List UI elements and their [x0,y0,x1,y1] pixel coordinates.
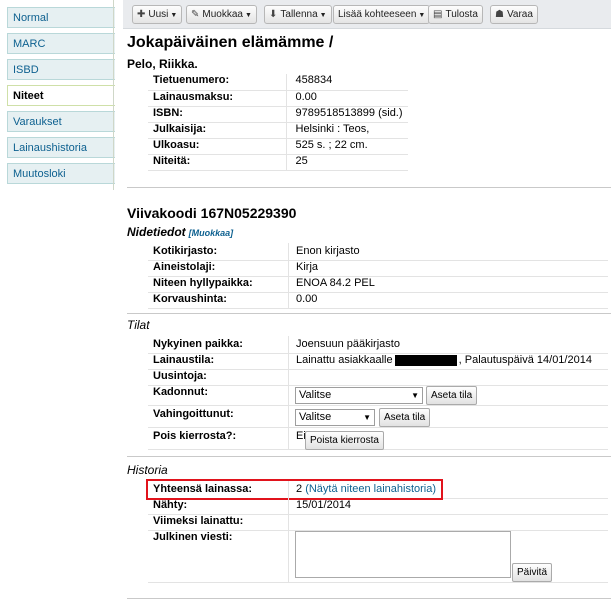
hold-icon: ☗ [495,9,504,20]
pencil-icon: ✎ [191,9,200,20]
damaged-row: Vahingoittunut: [148,406,608,428]
tabs-divider [113,0,114,190]
caret-down-icon: ▼ [319,12,327,19]
table-row: ISBN: 9789518513899 (sid.) [148,106,408,123]
tab-modification-log[interactable]: Muutosloki [7,163,115,184]
record-view-tabs: Normal MARC ISBD Niteet Varaukset Lainau… [7,7,115,189]
record-author: Pelo, Riikka. [127,57,198,71]
section-divider [127,313,611,314]
add-to-list-button[interactable]: Lisää kohteeseen ▼ [333,5,431,24]
download-icon: ⬇ [269,9,278,20]
save-button[interactable]: ⬇ Tallenna ▼ [264,5,332,24]
section-divider [127,598,611,599]
table-row: Lainausmaksu: 0.00 [148,90,408,107]
chevron-down-icon: ▼ [411,391,419,400]
tab-circulation-history[interactable]: Lainaushistoria [7,137,115,158]
chevron-down-icon: ▼ [363,413,371,422]
edit-item-link[interactable]: [Muokkaa] [189,228,234,238]
withdraw-button[interactable]: Poista kierrosta [305,431,384,450]
history-heading: Historia [127,463,168,477]
table-row: Julkaisija: Helsinki : Teos, [148,122,408,139]
table-row: Ulkoasu: 525 s. ; 22 cm. [148,138,408,155]
status-heading: Tilat [127,318,150,332]
damaged-status-select[interactable]: Valitse ▼ [295,409,375,426]
record-details-table: Tietuenumero: 458834 Lainausmaksu: 0.00 IS… [148,74,408,171]
caret-down-icon: ▼ [244,12,252,19]
table-row: Tietuenumero: 458834 [148,74,408,91]
item-barcode-heading: Viivakoodi 167N05229390 [127,205,297,221]
tab-normal[interactable]: Normal [7,7,115,28]
item-details-heading: Nidetiedot [Muokkaa] [127,225,234,239]
plus-icon: ✚ [137,9,146,20]
table-row: Niteitä: 25 [148,154,408,171]
tab-isbd[interactable]: ISBD [7,59,115,80]
tab-marc[interactable]: MARC [7,33,115,54]
redacted-patron [394,354,457,366]
lost-status-select[interactable]: Valitse ▼ [295,387,423,404]
section-divider [127,187,611,188]
tab-holds[interactable]: Varaukset [7,111,115,132]
replacement-price-row: Korvaushinta: 0.00 [148,291,608,309]
toolbar: ✚ Uusi ▼ ✎ Muokkaa ▼ ⬇ Tallenna ▼ Lisää kohtee… [123,0,611,29]
edit-button[interactable]: ✎ Muokkaa ▼ [186,5,257,24]
update-note-button[interactable]: Päivitä [512,563,553,582]
tab-items[interactable]: Niteet [7,85,115,106]
set-lost-status-button[interactable]: Aseta tila [426,386,478,405]
new-button[interactable]: ✚ Uusi ▼ [132,5,183,24]
record-title: Jokapäiväinen elämämme / [127,34,334,51]
printer-icon: ▤ [433,9,443,20]
caret-down-icon: ▼ [170,12,178,19]
section-divider [127,456,611,457]
public-note-input[interactable] [295,531,511,578]
caret-down-icon: ▼ [418,12,426,19]
place-hold-button[interactable]: ☗ Varaa [490,5,538,24]
set-damaged-status-button[interactable]: Aseta tila [379,408,431,427]
print-button[interactable]: ▤ Tulosta [428,5,483,24]
